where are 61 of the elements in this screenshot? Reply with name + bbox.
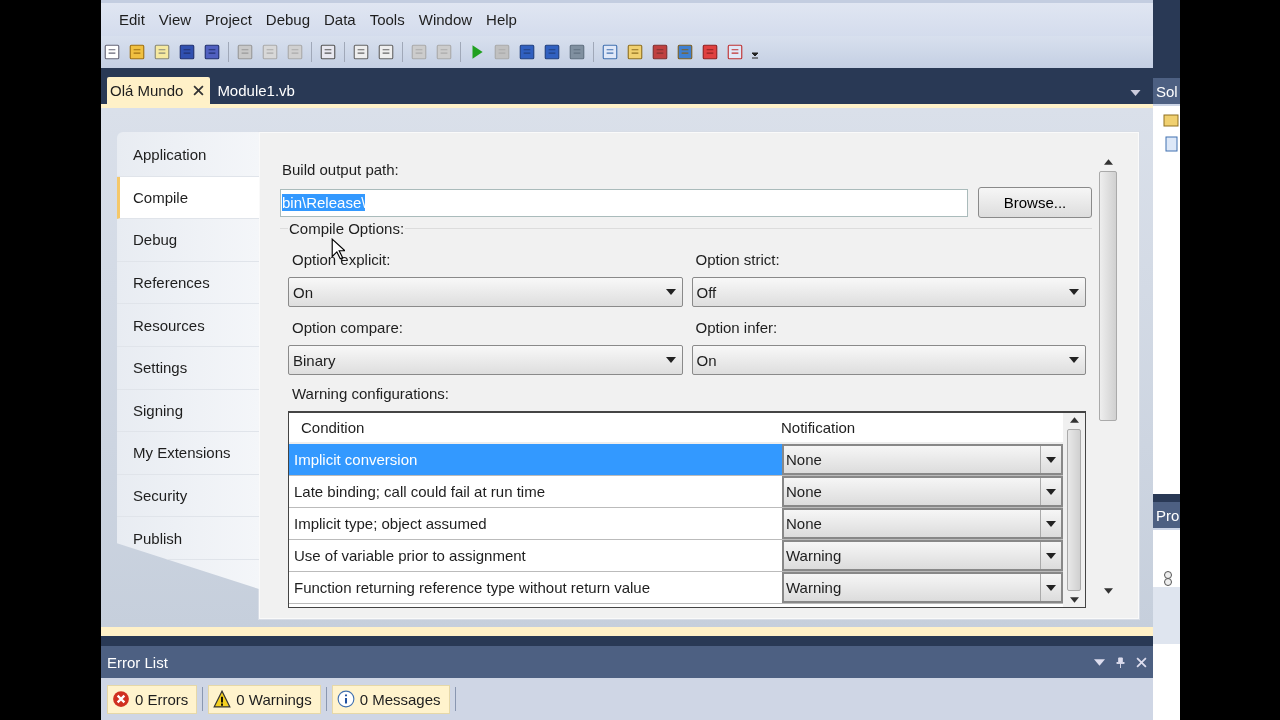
menu-item[interactable]: Help: [486, 11, 529, 28]
notification-dropdown[interactable]: Warning: [782, 572, 1063, 603]
caret-icon: [1069, 357, 1079, 363]
warning-icon: [213, 690, 232, 708]
group-title: Compile Options:: [288, 220, 406, 237]
scroll-down-icon[interactable]: [1103, 588, 1113, 594]
page-tab[interactable]: Compile: [117, 176, 260, 220]
filter-button[interactable]: 0 Errors: [107, 684, 198, 714]
notification-dropdown[interactable]: Warning: [782, 540, 1063, 571]
caret-icon: [665, 357, 676, 363]
table-cell[interactable]: Late binding; call could fail at run time: [289, 476, 782, 507]
close-icon[interactable]: [193, 85, 205, 96]
table-cell[interactable]: Function returning reference type without return value: [289, 572, 782, 603]
menu-item[interactable]: Data: [324, 11, 368, 28]
option-dropdown[interactable]: Off: [691, 277, 1086, 307]
caret-icon: [1046, 584, 1056, 591]
menu-item[interactable]: View: [158, 11, 204, 28]
browse-button[interactable]: Browse...: [978, 187, 1092, 218]
pin-icon[interactable]: [1115, 656, 1126, 668]
option-dropdown[interactable]: Binary: [288, 345, 683, 375]
document-tab[interactable]: Olá Mundo: [107, 77, 211, 104]
menu-item[interactable]: Tools: [369, 11, 417, 28]
menu-item[interactable]: Project: [205, 11, 264, 28]
option-dropdown[interactable]: On: [691, 345, 1086, 375]
menu-item[interactable]: Window: [418, 11, 485, 28]
panel-title: Sol: [1153, 78, 1180, 104]
table-cell[interactable]: Implicit type; object assumed: [289, 508, 782, 539]
filter-button[interactable]: 0 Warnings: [208, 684, 321, 714]
scroll-up-icon[interactable]: [1069, 417, 1079, 423]
panel-title: Pro: [1153, 502, 1180, 528]
caret-icon: [1046, 456, 1056, 463]
document-icon[interactable]: [1163, 136, 1179, 152]
section-label: Warning configurations:: [292, 385, 450, 402]
scroll-down-icon[interactable]: [1069, 597, 1079, 603]
panel-title: Error List: [107, 653, 168, 671]
scroll-up-icon[interactable]: [1103, 159, 1113, 165]
option-dropdown[interactable]: On: [288, 277, 683, 307]
notification-dropdown[interactable]: None: [782, 444, 1063, 475]
caret-icon: [1046, 520, 1056, 527]
error-icon: [112, 690, 130, 708]
table-cell[interactable]: Use of variable prior to assignment: [289, 540, 782, 571]
caret-icon: [1046, 488, 1056, 495]
filter-button[interactable]: 0 Messages: [331, 684, 450, 714]
column-header[interactable]: Condition: [289, 419, 769, 436]
column-header[interactable]: Notification: [769, 419, 856, 436]
option-label: Option explicit:: [292, 251, 391, 268]
menu-item[interactable]: Edit: [119, 11, 157, 28]
menu-item[interactable]: Debug: [265, 11, 322, 28]
field-label: Build output path:: [282, 161, 400, 178]
document-tab[interactable]: Module1.vb: [214, 77, 301, 104]
caret-icon: [665, 289, 676, 295]
option-label: Option strict:: [695, 251, 780, 268]
dropdown-arrow-icon[interactable]: [1094, 656, 1105, 668]
notification-dropdown[interactable]: None: [782, 476, 1063, 507]
info-icon: [336, 690, 355, 708]
dropdown-arrow-icon[interactable]: [1130, 90, 1141, 96]
option-label: Option compare:: [292, 319, 403, 336]
caret-icon: [1069, 289, 1079, 295]
option-label: Option infer:: [695, 319, 778, 336]
notification-dropdown[interactable]: None: [782, 508, 1063, 539]
caret-icon: [1046, 552, 1056, 559]
